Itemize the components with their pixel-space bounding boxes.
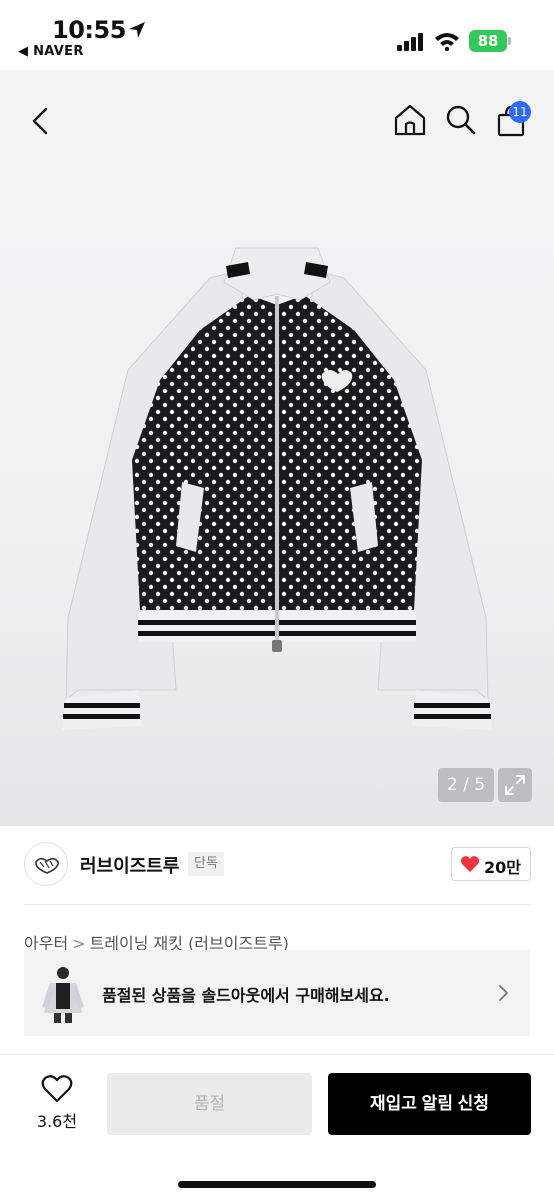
back-to-app-link[interactable]: ◀ NAVER — [18, 44, 84, 59]
restock-alert-button[interactable]: 재입고 알림 신청 — [328, 1073, 531, 1135]
brand-logo[interactable] — [24, 842, 68, 886]
image-page-counter: 2 / 5 — [438, 768, 494, 802]
soldout-banner-text: 품절된 상품을 솔드아웃에서 구매해보세요. — [102, 986, 390, 1005]
product-image[interactable] — [0, 170, 554, 826]
expand-image-button[interactable] — [498, 768, 532, 802]
brand-heart-logo-icon — [35, 857, 59, 874]
chevron-right-icon — [499, 985, 508, 1001]
wifi-icon — [435, 33, 459, 51]
bottom-bar-divider — [0, 1054, 554, 1055]
heart-outline-icon — [41, 1075, 73, 1103]
soldout-button: 품절 — [107, 1073, 312, 1135]
status-time: 10:55 — [52, 16, 126, 44]
wishlist-count: 3.6천 — [36, 1112, 78, 1131]
banner-thumbnail-image — [42, 967, 84, 1023]
cart-count-badge: 11 — [509, 101, 531, 123]
status-bar: 10:55 ◀ NAVER 88 — [0, 0, 554, 70]
battery-indicator: 88 — [469, 30, 507, 52]
brand-name-link[interactable]: 러브이즈트루 — [80, 852, 179, 878]
heart-filled-icon — [460, 856, 480, 872]
brand-like-count: 20만 — [484, 858, 521, 877]
search-button[interactable] — [444, 103, 478, 137]
search-icon — [446, 105, 476, 135]
jacket-photo — [62, 247, 492, 730]
chevron-left-icon — [32, 107, 48, 135]
back-button[interactable] — [26, 104, 56, 138]
cellular-signal-icon — [397, 33, 423, 51]
home-button[interactable] — [392, 102, 428, 138]
battery-tip — [508, 37, 511, 45]
home-icon — [394, 104, 426, 136]
exclusive-badge: 단독 — [188, 852, 224, 876]
divider — [24, 904, 530, 905]
location-arrow-icon — [129, 22, 145, 38]
expand-icon — [505, 775, 525, 795]
home-indicator — [178, 1181, 376, 1188]
